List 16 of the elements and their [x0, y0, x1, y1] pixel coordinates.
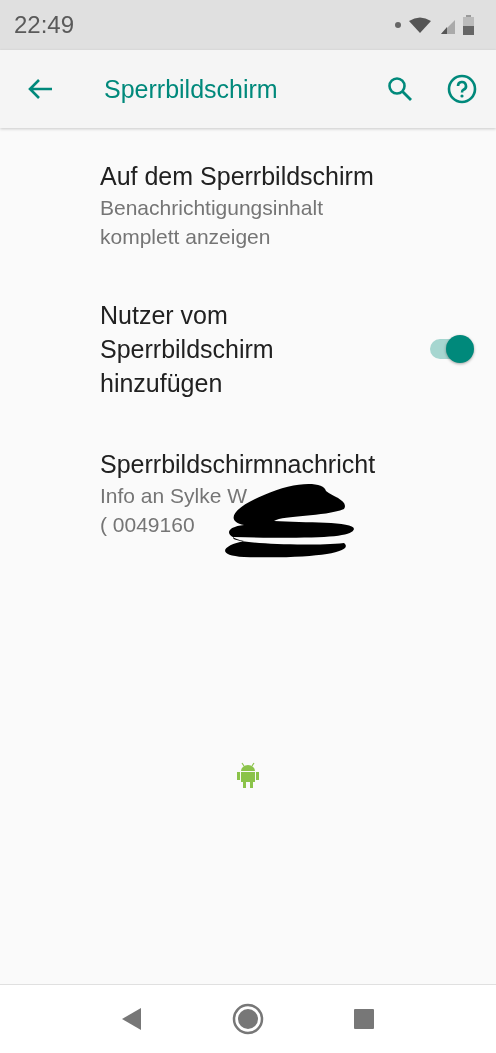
- home-nav-button[interactable]: [232, 1003, 264, 1035]
- robot-icon: [237, 762, 259, 788]
- battery-icon: [463, 15, 474, 35]
- setting-summary: ( 0049160: [100, 512, 196, 538]
- setting-title: Auf dem Sperrbildschirm: [100, 161, 375, 192]
- wifi-icon: [409, 17, 431, 33]
- help-button[interactable]: [446, 73, 478, 105]
- toolbar-title: Sperrbildschirm: [104, 74, 279, 104]
- setting-summary: Info an Sylke W: [100, 483, 249, 509]
- setting-title: Sperrbildschirmnachricht: [100, 449, 377, 480]
- notification-dot-icon: [395, 22, 401, 28]
- setting-title: Nutzer vom Sperrbildschirm hinzufügen: [100, 300, 275, 399]
- setting-summary: Benachrichtigungsinhalt: [100, 195, 324, 221]
- setting-summary: komplett anzeigen: [100, 224, 272, 250]
- back-nav-button[interactable]: [122, 1008, 142, 1030]
- status-time: 22:49: [14, 11, 75, 39]
